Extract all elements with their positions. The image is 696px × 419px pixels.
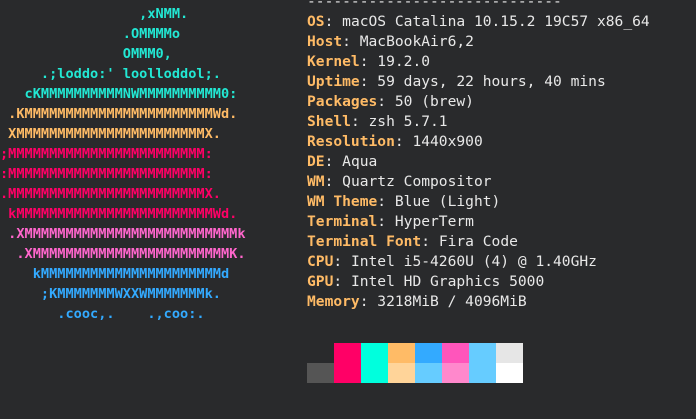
palette-swatch-normal <box>307 343 334 363</box>
info-row: Kernel: 19.2.0 <box>307 52 687 72</box>
logo-line: ,xNMM. <box>0 6 189 22</box>
info-value: macOS Catalina 10.15.2 19C57 x86_64 <box>342 13 650 30</box>
palette-swatch-normal <box>442 343 469 363</box>
info-key: OS <box>307 13 325 30</box>
info-colon: : <box>359 293 378 310</box>
info-row: Uptime: 59 days, 22 hours, 40 mins <box>307 72 687 92</box>
info-colon: : <box>377 93 395 110</box>
info-row: WM: Quartz Compositor <box>307 172 687 192</box>
palette-swatch-normal <box>496 343 523 363</box>
info-row: DE: Aqua <box>307 152 687 172</box>
info-value: Quartz Compositor <box>342 173 492 190</box>
logo-line: kMMMMMMMMMMMMMMMMMMMMMMMMWd. <box>0 206 238 222</box>
palette-swatch-bright <box>361 363 388 383</box>
info-row: Packages: 50 (brew) <box>307 92 687 112</box>
info-key: Shell <box>307 113 351 130</box>
palette-swatch-bright <box>469 363 496 383</box>
info-value: 59 days, 22 hours, 40 mins <box>377 73 606 90</box>
logo-line: cKMMMMMMMMMMNWMMMMMMMMMM0: <box>0 86 238 102</box>
info-value: Fira Code <box>438 233 518 250</box>
palette-swatch-normal <box>388 343 415 363</box>
info-row: Terminal: HyperTerm <box>307 212 687 232</box>
info-key: WM <box>307 173 325 190</box>
info-key: Terminal <box>307 213 378 230</box>
info-row: Terminal Font: Fira Code <box>307 232 687 252</box>
palette-row-bright <box>307 363 523 383</box>
info-colon: : <box>342 33 360 50</box>
logo-line: .;loddo:' loolloddol;. <box>0 66 221 82</box>
info-colon: : <box>359 53 378 70</box>
ascii-logo: ,xNMM. .OMMMMo OMMM0, .;loddo:' loollodd… <box>0 4 296 324</box>
info-value: Blue (Light) <box>394 193 501 210</box>
info-key: WM Theme <box>307 193 378 210</box>
info-colon: : <box>350 113 369 130</box>
info-key: Resolution <box>307 133 395 150</box>
info-key: GPU <box>307 273 334 290</box>
info-colon: : <box>377 213 395 230</box>
info-row: Memory: 3218MiB / 4096MiB <box>307 292 687 312</box>
logo-line: :MMMMMMMMMMMMMMMMMMMMMMMM: <box>0 166 213 182</box>
info-value: Intel i5-4260U (4) @ 1.40GHz <box>350 253 597 270</box>
info-row: Host: MacBookAir6,2 <box>307 32 687 52</box>
info-colon: : <box>359 73 378 90</box>
info-colon: : <box>324 173 343 190</box>
palette-swatch-normal <box>469 343 496 363</box>
info-value: 19.2.0 <box>377 53 431 70</box>
info-key: Terminal Font <box>307 233 422 250</box>
logo-line: ;MMMMMMMMMMMMMMMMMMMMMMMM: <box>0 146 213 162</box>
info-colon: : <box>333 273 351 290</box>
info-row: OS: macOS Catalina 10.15.2 19C57 x86_64 <box>307 12 687 32</box>
logo-line: kMMMMMMMMMMMMMMMMMMMMMMd <box>0 266 230 282</box>
palette-swatch-bright <box>415 363 442 383</box>
palette-swatch-bright <box>388 363 415 383</box>
palette-swatch-bright <box>307 363 334 383</box>
info-key: Kernel <box>307 53 360 70</box>
logo-line: .MMMMMMMMMMMMMMMMMMMMMMMMX. <box>0 186 221 202</box>
info-colon: : <box>394 133 413 150</box>
info-key: Uptime <box>307 73 360 90</box>
palette-swatch-normal <box>334 343 361 363</box>
palette-swatch-bright <box>442 363 469 383</box>
info-row: Resolution: 1440x900 <box>307 132 687 152</box>
info-value: zsh 5.7.1 <box>368 113 448 130</box>
info-value: MacBookAir6,2 <box>359 33 474 50</box>
logo-line: .XMMMMMMMMMMMMMMMMMMMMMMMMMMk <box>0 226 246 242</box>
info-value: Aqua <box>342 153 378 170</box>
info-row: WM Theme: Blue (Light) <box>307 192 687 212</box>
info-key: Memory <box>307 293 360 310</box>
info-value: Intel HD Graphics 5000 <box>350 273 545 290</box>
info-key: DE <box>307 153 325 170</box>
palette-swatch-bright <box>334 363 361 383</box>
palette-swatch-normal <box>361 343 388 363</box>
info-value: 50 (brew) <box>394 93 474 110</box>
logo-line: .KMMMMMMMMMMMMMMMMMMMMMMMWd. <box>0 106 238 122</box>
info-value: 1440x900 <box>412 133 483 150</box>
palette-swatch-normal <box>415 343 442 363</box>
info-colon: : <box>324 13 343 30</box>
info-value: 3218MiB / 4096MiB <box>377 293 527 310</box>
system-info-panel: ----------------------------- OS: macOS … <box>307 0 687 312</box>
logo-line: OMMM0, <box>0 46 172 62</box>
logo-line: .cooc,. .,coo:. <box>0 306 205 322</box>
palette-swatch-bright <box>496 363 523 383</box>
logo-line: XMMMMMMMMMMMMMMMMMMMMMMMX. <box>0 126 221 142</box>
info-row: GPU: Intel HD Graphics 5000 <box>307 272 687 292</box>
info-colon: : <box>377 193 395 210</box>
info-key: CPU <box>307 253 334 270</box>
info-row: Shell: zsh 5.7.1 <box>307 112 687 132</box>
separator-line: ----------------------------- <box>307 0 562 10</box>
info-colon: : <box>333 253 351 270</box>
logo-line: .XMMMMMMMMMMMMMMMMMMMMMMMMK. <box>0 246 246 262</box>
info-row: CPU: Intel i5-4260U (4) @ 1.40GHz <box>307 252 687 272</box>
info-colon: : <box>421 233 439 250</box>
logo-line: .OMMMMo <box>0 26 181 42</box>
info-value: HyperTerm <box>394 213 474 230</box>
color-palette <box>307 343 523 383</box>
info-colon: : <box>324 153 343 170</box>
info-key: Packages <box>307 93 378 110</box>
palette-row-normal <box>307 343 523 363</box>
info-key: Host <box>307 33 343 50</box>
logo-line: ;KMMMMMMMWXXWMMMMMMMk. <box>0 286 221 302</box>
